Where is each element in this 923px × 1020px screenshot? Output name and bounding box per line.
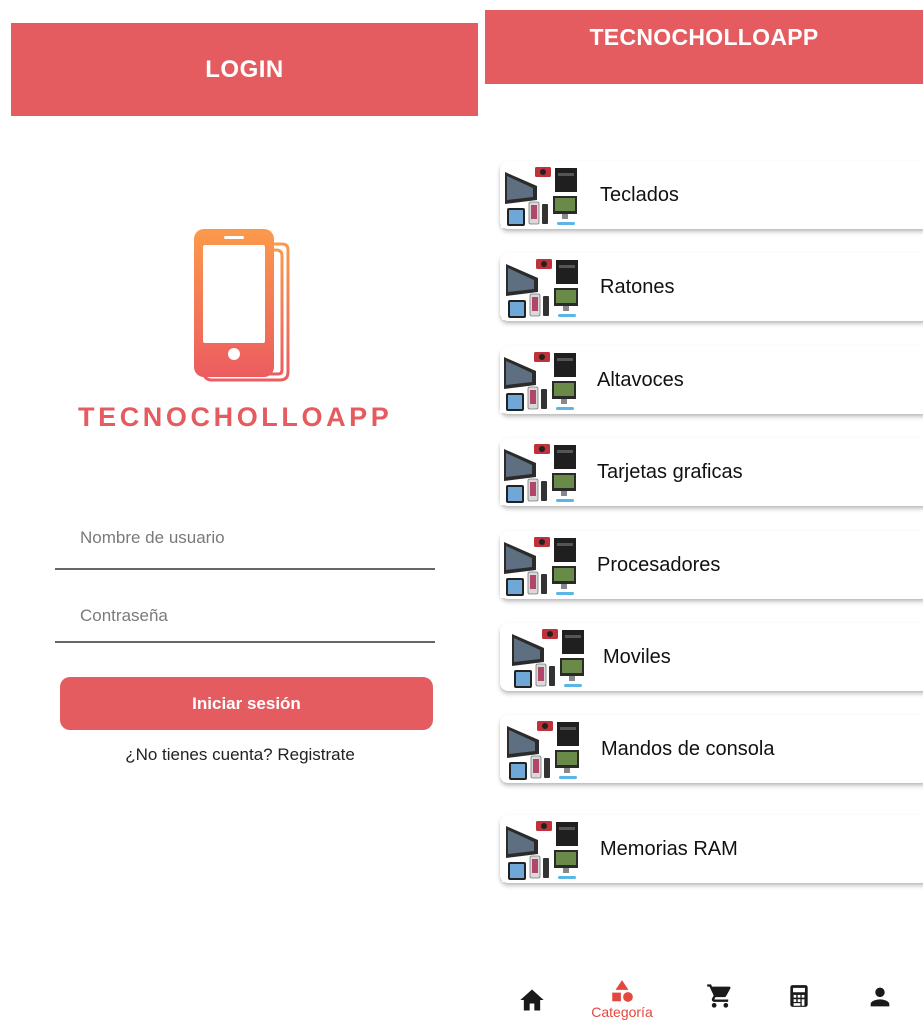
nav-item-cart[interactable] (705, 966, 735, 1020)
category-label: Teclados (600, 184, 679, 206)
categories-header-title: TECNOCHOLLOAPP (589, 24, 819, 50)
categories-header: TECNOCHOLLOAPP (485, 10, 923, 84)
username-field (55, 526, 435, 570)
category-item-mandos-de-consola[interactable]: Mandos de consola (500, 715, 923, 783)
nav-item-categoria[interactable]: Categoría (579, 966, 665, 1020)
register-link[interactable]: ¿No tienes cuenta? Registrate (0, 745, 480, 765)
category-label: Mandos de consola (601, 738, 775, 760)
electronics-collage-thumbnail-icon (500, 534, 582, 598)
category-item-memorias-ram[interactable]: Memorias RAM (500, 815, 923, 883)
electronics-collage-thumbnail-icon (501, 164, 583, 228)
category-label: Tarjetas graficas (597, 461, 743, 483)
bottom-nav: Categoría (485, 966, 923, 1020)
electronics-collage-thumbnail-icon (502, 818, 584, 882)
app-page: LOGIN TECNOCHOLLOAPP Nombre de usuario I… (0, 0, 923, 1020)
home-icon (520, 989, 544, 1011)
login-header-title: LOGIN (205, 55, 284, 83)
electronics-collage-thumbnail-icon (508, 626, 590, 690)
username-underline (55, 568, 435, 570)
electronics-collage-thumbnail-icon (500, 441, 582, 505)
category-item-altavoces[interactable]: Altavoces (500, 346, 923, 414)
password-underline (55, 641, 435, 643)
login-header: LOGIN (11, 23, 478, 116)
category-label: Moviles (603, 646, 671, 668)
login-button[interactable]: Iniciar sesión (60, 677, 433, 730)
electronics-collage-thumbnail-icon (502, 256, 584, 320)
category-label: Memorias RAM (600, 838, 738, 860)
category-item-procesadores[interactable]: Procesadores (500, 531, 923, 599)
login-screen: LOGIN TECNOCHOLLOAPP Nombre de usuario I… (0, 0, 480, 1020)
category-label: Altavoces (597, 369, 684, 391)
brand-wordmark: TECNOCHOLLOAPP (78, 402, 393, 432)
category-item-ratones[interactable]: Ratones (500, 253, 923, 321)
password-field (55, 604, 435, 643)
nav-label-categoria: Categoría (591, 1004, 653, 1020)
phone-logo-icon (190, 226, 295, 386)
cart-icon (707, 984, 731, 1008)
electronics-collage-thumbnail-icon (500, 349, 582, 413)
nav-item-home[interactable] (515, 966, 549, 1020)
password-input[interactable] (55, 604, 435, 628)
calculator-icon (790, 985, 808, 1007)
categories-screen: TECNOCHOLLOAPP Teclados Ratones Altavoce… (485, 0, 923, 1020)
category-item-tarjetas-graficas[interactable]: Tarjetas graficas (500, 438, 923, 506)
username-input[interactable] (55, 526, 435, 550)
electronics-collage-thumbnail-icon (503, 718, 585, 782)
person-icon (870, 987, 890, 1007)
category-item-teclados[interactable]: Teclados (500, 161, 923, 229)
category-label: Ratones (600, 276, 675, 298)
shapes-icon (612, 980, 633, 1002)
category-item-moviles[interactable]: Moviles (500, 623, 923, 691)
nav-item-profile[interactable] (865, 966, 895, 1020)
category-label: Procesadores (597, 554, 721, 576)
nav-item-calculator[interactable] (785, 966, 813, 1020)
